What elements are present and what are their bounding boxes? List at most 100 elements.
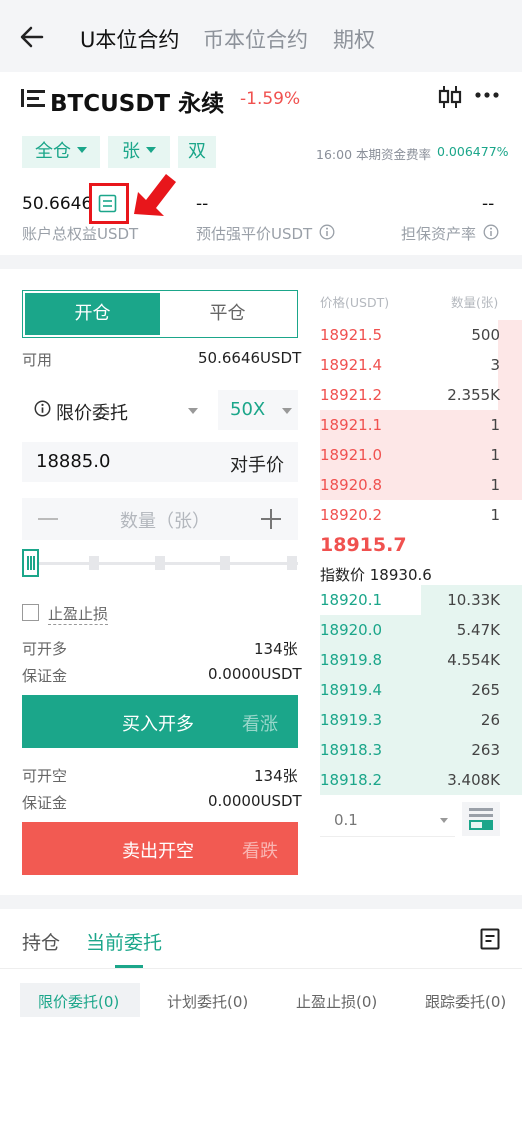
funding-rate: 0.006477% (437, 144, 509, 159)
last-price: 18915.7 (320, 534, 407, 556)
minus-icon[interactable] (38, 518, 58, 520)
ask-depth-bar (497, 380, 522, 410)
caret-down-icon (282, 408, 292, 414)
order-history-icon[interactable] (480, 928, 500, 950)
back-arrow-icon[interactable] (20, 26, 44, 48)
tab-positions[interactable]: 持仓 (22, 928, 60, 955)
account-equity-label: 账户总权益USDT (22, 225, 139, 243)
buy-open-long-button[interactable]: 买入开多 看涨 (22, 695, 298, 748)
slider-tick[interactable] (220, 556, 230, 570)
menu-list-icon[interactable] (21, 88, 45, 108)
ask-row[interactable]: 18921.4 3 (320, 350, 522, 380)
ask-row[interactable]: 18920.8 1 (320, 470, 522, 500)
bid-price: 18919.3 (320, 711, 383, 729)
slider-handle[interactable] (22, 549, 39, 577)
slider-tick[interactable] (155, 556, 165, 570)
ask-price: 18921.2 (320, 386, 383, 404)
bid-qty: 3.408K (447, 771, 500, 789)
subtab-plan-orders[interactable]: 计划委托(0) (167, 991, 248, 1012)
subtab-tpsl-orders[interactable]: 止盈止损(0) (296, 991, 377, 1012)
info-icon[interactable] (483, 224, 499, 240)
symbol-title[interactable]: BTCUSDT 永续 (50, 84, 224, 118)
layout-icon (469, 808, 493, 830)
info-icon (34, 400, 51, 417)
section-divider (0, 255, 522, 269)
ask-price: 18921.0 (320, 446, 383, 464)
bid-price: 18918.2 (320, 771, 383, 789)
caret-down-icon (188, 408, 198, 414)
bid-qty: 10.33K (447, 591, 500, 609)
slider-tick[interactable] (89, 556, 99, 570)
ask-depth-bar (497, 320, 522, 350)
bid-row[interactable]: 18920.1 10.33K (320, 585, 522, 615)
ask-row[interactable]: 18921.5 500 (320, 320, 522, 350)
margin-value-short: 0.0000USDT (208, 792, 302, 810)
bid-row[interactable]: 18919.3 26 (320, 705, 522, 735)
plus-icon[interactable] (260, 508, 282, 530)
tab-coin-margined[interactable]: 币本位合约 (203, 24, 308, 54)
position-mode-chip[interactable]: 双 (178, 136, 216, 168)
unit-select[interactable]: 张 (108, 136, 170, 168)
available-value: 50.6646USDT (198, 349, 302, 367)
leverage-value: 50X (230, 399, 266, 420)
unit-label: 张 (122, 141, 140, 162)
ask-row[interactable]: 18921.2 2.355K (320, 380, 522, 410)
sell-hint: 看跌 (242, 841, 278, 862)
orderbook-qty-header: 数量(张) (451, 295, 499, 310)
margin-mode-label: 全仓 (35, 141, 71, 162)
bid-row[interactable]: 18919.8 4.554K (320, 645, 522, 675)
account-equity-value: 50.6646 (22, 194, 93, 214)
buy-hint: 看涨 (242, 714, 278, 735)
funding-label: 16:00 本期资金费率 (316, 147, 431, 162)
precision-select[interactable]: 0.1 (320, 805, 455, 837)
tab-divider (0, 968, 522, 969)
ask-qty: 1 (490, 476, 500, 494)
subtab-trailing-orders[interactable]: 跟踪委托(0) (425, 991, 506, 1012)
caret-down-icon (146, 147, 156, 153)
caret-down-icon (440, 818, 448, 823)
price-value: 18885.0 (36, 451, 111, 472)
margin-label-long: 保证金 (22, 667, 68, 685)
margin-mode-select[interactable]: 全仓 (22, 136, 100, 168)
subtab-limit-label: 限价委托(0) (38, 993, 120, 1011)
tpsl-label[interactable]: 止盈止损 (48, 603, 109, 625)
counterparty-price-button[interactable]: 对手价 (230, 451, 284, 477)
tpsl-checkbox[interactable] (22, 604, 39, 621)
tab-u-margined[interactable]: U本位合约 (80, 24, 179, 54)
equity-detail-icon[interactable] (98, 194, 117, 213)
ask-row[interactable]: 18921.1 1 (320, 410, 522, 440)
tab-current-orders[interactable]: 当前委托 (86, 928, 162, 955)
bid-row[interactable]: 18919.4 265 (320, 675, 522, 705)
more-options-icon[interactable] (475, 91, 499, 99)
index-price: 指数价 18930.6 (320, 566, 432, 584)
ask-row[interactable]: 18920.2 1 (320, 500, 522, 530)
ask-row[interactable]: 18921.0 1 (320, 440, 522, 470)
tab-open[interactable]: 开仓 (25, 293, 160, 335)
ask-qty: 1 (490, 506, 500, 524)
position-mode-label: 双 (188, 141, 206, 162)
tab-close[interactable]: 平仓 (160, 293, 295, 335)
ask-qty: 2.355K (447, 386, 500, 404)
candlestick-chart-icon[interactable] (437, 84, 463, 110)
sell-open-short-button[interactable]: 卖出开空 看跌 (22, 822, 298, 875)
bid-qty: 4.554K (447, 651, 500, 669)
precision-value: 0.1 (334, 811, 358, 829)
subtab-limit-orders[interactable]: 限价委托(0) (20, 983, 140, 1017)
quantity-stepper[interactable]: 数量（张） (22, 498, 298, 540)
orderbook-layout-toggle[interactable] (462, 802, 500, 836)
bid-row[interactable]: 18920.0 5.47K (320, 615, 522, 645)
margin-ratio-label: 担保资产率 (401, 225, 477, 243)
slider-tick[interactable] (287, 556, 297, 570)
leverage-select[interactable]: 50X (218, 390, 298, 430)
bid-qty: 265 (471, 681, 500, 699)
price-input[interactable]: 18885.0 对手价 (22, 442, 298, 482)
bid-row[interactable]: 18918.3 263 (320, 735, 522, 765)
bid-row[interactable]: 18918.2 3.408K (320, 765, 522, 795)
order-type-select[interactable]: 限价委托 (22, 390, 210, 430)
tab-options[interactable]: 期权 (333, 24, 375, 54)
price-change: -1.59% (240, 89, 301, 109)
ask-qty: 3 (490, 356, 500, 374)
ask-price: 18920.2 (320, 506, 383, 524)
info-icon[interactable] (319, 224, 335, 240)
bid-price: 18920.0 (320, 621, 383, 639)
